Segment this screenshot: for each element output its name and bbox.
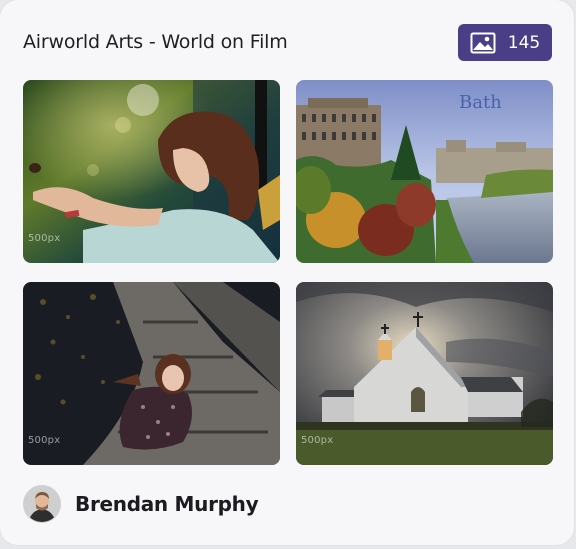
- album-title: Airworld Arts - World on Film: [23, 31, 288, 53]
- photo-caption: Bath: [459, 92, 502, 113]
- photo-woman-on-stone-steps: [23, 282, 280, 465]
- author-link[interactable]: Brendan Murphy: [23, 485, 259, 523]
- photo-child-feeding-bird: [23, 80, 280, 263]
- photo-tile-woman-on-stone-steps[interactable]: 500px: [23, 282, 280, 465]
- photo-tile-bath-river-view[interactable]: Bath: [296, 80, 553, 263]
- album-card[interactable]: Airworld Arts - World on Film 145 500px …: [0, 0, 574, 545]
- photo-watermark: 500px: [28, 435, 61, 446]
- user-avatar-icon: [23, 485, 61, 523]
- photo-count-badge[interactable]: 145: [458, 24, 552, 61]
- photo-tile-white-church-stormy-sky[interactable]: 500px: [296, 282, 553, 465]
- photo-watermark: 500px: [301, 435, 334, 446]
- author-name: Brendan Murphy: [75, 492, 259, 516]
- photo-bath-river-view: [296, 80, 553, 263]
- photo-count: 145: [507, 32, 541, 53]
- photo-white-church-stormy-sky: [296, 282, 553, 465]
- photo-tile-child-feeding-bird[interactable]: 500px: [23, 80, 280, 263]
- image-gallery-icon: [470, 32, 496, 53]
- photo-watermark: 500px: [28, 233, 61, 244]
